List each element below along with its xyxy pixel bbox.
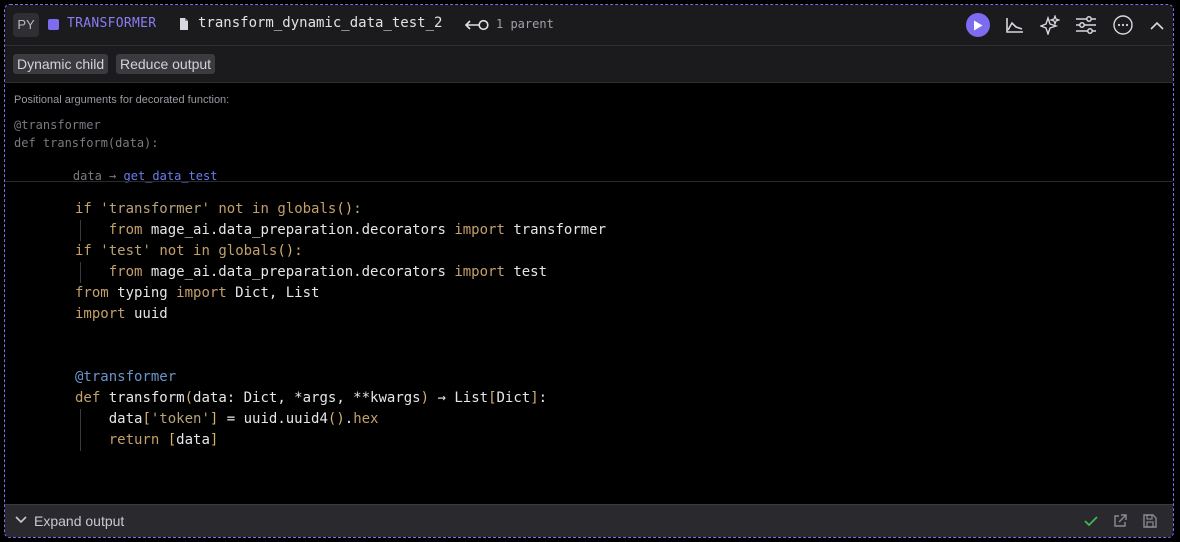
output-footer: Expand output bbox=[5, 504, 1173, 537]
args-signature: def transform(data): bbox=[14, 136, 159, 150]
code-line: data['token'] = uuid.uuid4().hex bbox=[108, 411, 379, 427]
parent-link-icon[interactable] bbox=[464, 18, 490, 32]
chart-icon bbox=[1006, 18, 1023, 33]
save-icon[interactable] bbox=[1142, 513, 1158, 529]
code-line: @transformer bbox=[75, 369, 177, 385]
play-icon bbox=[974, 20, 983, 30]
code-line: if 'test' not in globals(): bbox=[75, 243, 303, 259]
block-type-color-icon bbox=[48, 19, 59, 30]
tag-row: Dynamic child Reduce output bbox=[5, 46, 1173, 83]
block-type-label: TRANSFORMER bbox=[67, 16, 157, 31]
tag-reduce-output[interactable]: Reduce output bbox=[116, 54, 216, 74]
code-line: if 'transformer' not in globals(): bbox=[75, 201, 362, 217]
open-external-icon[interactable] bbox=[1112, 513, 1128, 529]
check-icon bbox=[1084, 516, 1098, 527]
parent-count[interactable]: 1 parent bbox=[496, 17, 554, 31]
block-header: PY TRANSFORMER transform_dynamic_data_te… bbox=[5, 5, 1173, 46]
file-icon bbox=[180, 18, 188, 30]
sliders-icon bbox=[1076, 16, 1096, 34]
code-block: PY TRANSFORMER transform_dynamic_data_te… bbox=[4, 4, 1174, 538]
code-line: import uuid bbox=[75, 306, 168, 322]
language-badge: PY bbox=[13, 13, 39, 37]
divider bbox=[5, 181, 1173, 182]
run-block-button[interactable] bbox=[966, 13, 990, 37]
more-options-button[interactable] bbox=[1111, 13, 1135, 37]
code-line: from typing import Dict, List bbox=[75, 285, 320, 301]
code-line: return [data] bbox=[108, 432, 219, 448]
code-editor[interactable]: if 'transformer' not in globals(): from … bbox=[75, 199, 606, 451]
chart-button[interactable] bbox=[1003, 13, 1027, 37]
ellipsis-circle-icon bbox=[1113, 15, 1133, 35]
sparkles-icon bbox=[1040, 15, 1060, 35]
tag-dynamic-child[interactable]: Dynamic child bbox=[13, 54, 109, 74]
chevron-up-icon bbox=[1150, 21, 1164, 30]
chevron-down-icon[interactable] bbox=[15, 516, 27, 524]
code-line: def transform(data: Dict, *args, **kwarg… bbox=[75, 390, 548, 406]
collapse-block-button[interactable] bbox=[1145, 13, 1169, 37]
ai-sparkles-button[interactable] bbox=[1038, 13, 1062, 37]
positional-args-title: Positional arguments for decorated funct… bbox=[14, 94, 230, 106]
settings-button[interactable] bbox=[1074, 13, 1098, 37]
block-name[interactable]: transform_dynamic_data_test_2 bbox=[198, 15, 442, 31]
code-line: from mage_ai.data_preparation.decorators… bbox=[108, 222, 607, 238]
expand-output-button[interactable]: Expand output bbox=[34, 513, 124, 529]
code-line: from mage_ai.data_preparation.decorators… bbox=[108, 264, 548, 280]
args-decorator: @transformer bbox=[14, 118, 101, 132]
args-mapping: data → get_data_test bbox=[44, 155, 218, 197]
